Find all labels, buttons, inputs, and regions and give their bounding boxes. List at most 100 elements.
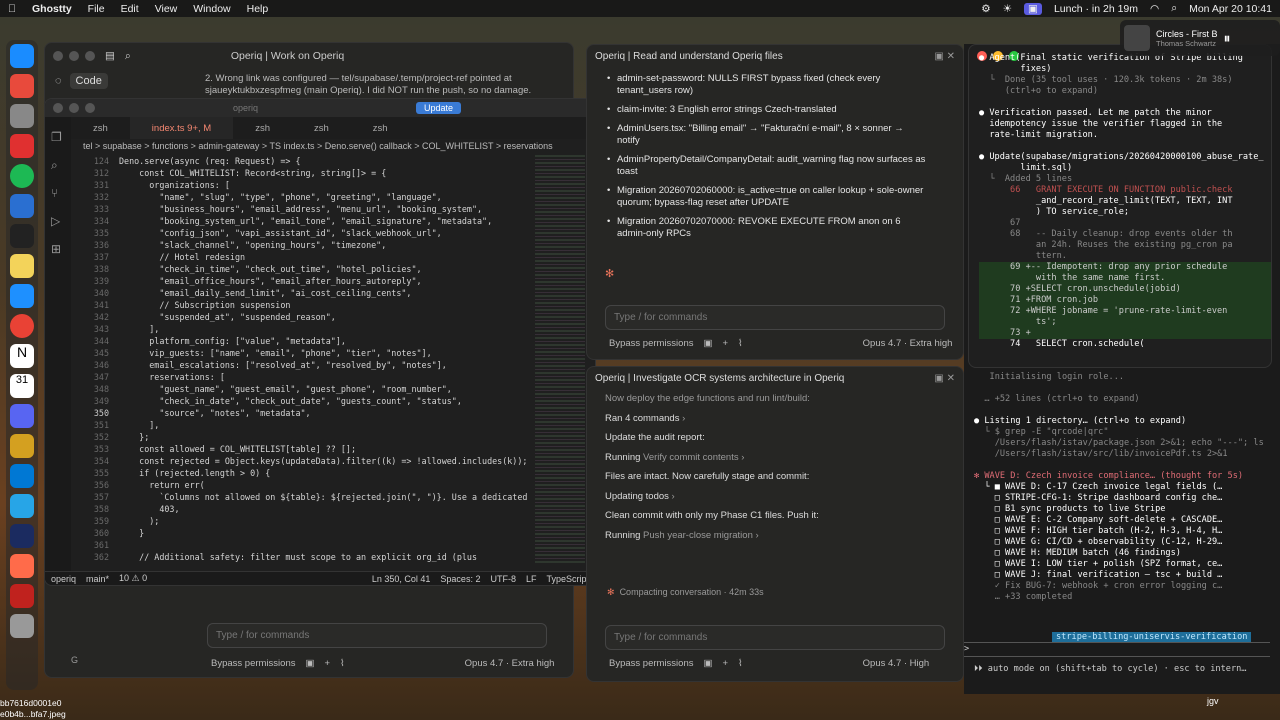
code-line[interactable]: 350 "source", "notes", "metadata", [85,407,535,419]
remote-branch[interactable]: operiq [51,574,76,584]
bypass-label[interactable]: Bypass permissions [211,658,295,669]
code-line[interactable]: 347 reservations: [ [85,371,535,383]
code-line[interactable]: 337 // Hotel redesign [85,251,535,263]
prompt-input[interactable]: Type / for commands [605,305,945,330]
code-line[interactable]: 354 const rejected = Object.keys(updateD… [85,455,535,467]
tab-zsh-4[interactable]: zsh [351,123,410,134]
app-name[interactable]: Ghostty [32,3,72,15]
add-icon[interactable]: + [722,658,728,669]
code-line[interactable]: 358 403, [85,503,535,515]
eol[interactable]: LF [526,574,537,584]
code-line[interactable]: 346 email_escalations: ["resolved_at", "… [85,359,535,371]
terminal-app-icon[interactable] [10,224,34,248]
code-line[interactable]: 357 `Columns not allowed on ${table}: ${… [85,491,535,503]
code-line[interactable]: 340 "email_daily_send_limit", "ai_cost_c… [85,287,535,299]
code-line[interactable]: 344 platform_config: ["value", "metadata… [85,335,535,347]
wifi-icon[interactable]: ◠ [1150,3,1159,15]
run-icon[interactable]: ▷ [51,207,65,235]
command-center[interactable]: operiq [233,103,258,113]
bypass-label[interactable]: Bypass permissions [609,658,693,669]
app-icon-gold[interactable] [10,434,34,458]
app-icon-orange[interactable] [10,554,34,578]
acrobat-icon[interactable] [10,584,34,608]
activity-line[interactable]: Updating todos › [605,491,963,511]
desktop-file[interactable]: bb7616d0001e0 e0b4b...bfa7.jpeg [0,698,66,720]
vscode-icon[interactable] [10,464,34,488]
gear-icon[interactable]: ⚙ [981,3,990,15]
code-line[interactable]: 348 "guest_name", "guest_email", "guest_… [85,383,535,395]
tab-zsh-3[interactable]: zsh [292,123,351,134]
menu-window[interactable]: Window [193,3,230,15]
code-line[interactable]: 356 return err( [85,479,535,491]
menu-edit[interactable]: Edit [121,3,139,15]
menu-file[interactable]: File [88,3,105,15]
sun-icon[interactable]: ☀ [1003,3,1012,15]
code-line[interactable]: 355 if (rejected.length > 0) { [85,467,535,479]
code-line[interactable]: 338 "check_in_time", "check_out_time", "… [85,263,535,275]
encoding[interactable]: UTF-8 [490,574,516,584]
window-controls[interactable]: ▣ ✕ [934,51,955,62]
cursor-position[interactable]: Ln 350, Col 41 [372,574,431,584]
prompt-input[interactable]: Type / for commands [605,625,945,650]
code-line[interactable]: 351 ], [85,419,535,431]
activity-line[interactable]: Running Verify commit contents › [605,452,963,472]
minimap[interactable] [535,155,585,565]
code-line[interactable]: 339 "email_office_hours", "email_after_h… [85,275,535,287]
sidebar-icon[interactable]: ▤ [105,50,115,62]
calendar-icon[interactable]: 31 [10,374,34,398]
calendar-event[interactable]: Lunch · in 2h 19m [1054,3,1138,15]
launchpad-icon[interactable] [10,74,34,98]
chat-icon[interactable]: ◌ [55,75,62,87]
app-icon-navy[interactable] [10,524,34,548]
menu-view[interactable]: View [155,3,178,15]
tab-zsh-1[interactable]: zsh [71,123,130,134]
mic-icon[interactable]: ⌇ [738,338,743,349]
code-line[interactable]: 360 } [85,527,535,539]
model-selector[interactable]: Opus 4.7 · Extra high [465,658,555,669]
settings-icon[interactable]: ▣ [703,658,712,669]
spotify-icon[interactable] [10,164,34,188]
explorer-icon[interactable]: ❐ [51,123,65,151]
window-controls[interactable]: ▣ ✕ [934,373,955,384]
code-line[interactable]: 353 const allowed = COL_WHITELIST[table]… [85,443,535,455]
code-line[interactable]: 362 // Additional safety: filter must sc… [85,551,535,563]
code-line[interactable]: 332 "name", "slug", "type", "phone", "gr… [85,191,535,203]
code-line[interactable]: 312 const COL_WHITELIST: Record<string, … [85,167,535,179]
tab-index-ts[interactable]: index.ts 9+, M [129,117,234,139]
prompt-input[interactable]: Type / for commands [207,623,547,648]
mic-icon[interactable]: ⌇ [340,658,345,669]
search-icon[interactable]: ⌕ [1171,2,1177,15]
chrome-icon[interactable] [10,314,34,338]
code-line[interactable]: 359 ); [85,515,535,527]
code-line[interactable]: 345 vip_guests: ["name", "email", "phone… [85,347,535,359]
app-icon-blue[interactable] [10,194,34,218]
add-icon[interactable]: + [722,338,728,349]
tab-zsh-2[interactable]: zsh [233,123,292,134]
bypass-label[interactable]: Bypass permissions [609,338,693,349]
code-line[interactable]: 333 "business_hours", "email_address", "… [85,203,535,215]
search-icon[interactable]: ⌕ [125,50,131,63]
account-initial[interactable]: G [71,655,78,665]
code-line[interactable]: 349 "check_in_date", "check_out_date", "… [85,395,535,407]
extensions-icon[interactable]: ⊞ [51,235,65,263]
problems[interactable]: 10 ⚠ 0 [119,573,147,584]
model-selector[interactable]: Opus 4.7 · High [863,658,930,669]
pause-icon[interactable]: ⏸ [1224,30,1231,47]
code-line[interactable]: 342 "suspended_at", "suspended_reason", [85,311,535,323]
datetime[interactable]: Mon Apr 20 10:41 [1189,3,1272,15]
discord-icon[interactable] [10,404,34,428]
add-icon[interactable]: + [324,658,330,669]
finder-icon[interactable] [10,44,34,68]
screen-record-icon[interactable]: ▣ [1024,2,1042,15]
indent[interactable]: Spaces: 2 [440,574,480,584]
code-line[interactable]: 124 Deno.serve(async (req: Request) => { [85,155,535,167]
code-editor[interactable]: 124 Deno.serve(async (req: Request) => {3… [85,155,535,563]
code-line[interactable]: 336 "slack_channel", "opening_hours", "t… [85,239,535,251]
code-line[interactable]: 331 organizations: [ [85,179,535,191]
menu-help[interactable]: Help [247,3,269,15]
notes-icon[interactable] [10,254,34,278]
settings-icon[interactable] [10,104,34,128]
git-branch[interactable]: main* [86,574,109,584]
settings-icon[interactable]: ▣ [703,338,712,349]
code-tab[interactable]: Code [69,73,108,89]
